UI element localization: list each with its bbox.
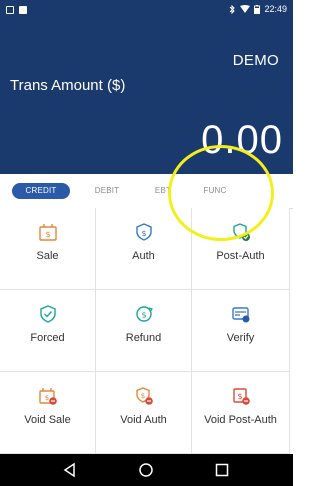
demo-label: DEMO <box>232 52 279 69</box>
refund-label: Refund <box>125 332 162 344</box>
system-status: 22:49 <box>229 4 287 14</box>
verify-icon <box>230 304 252 324</box>
svg-text:$: $ <box>140 392 144 400</box>
back-icon[interactable] <box>62 462 78 478</box>
verify-button[interactable]: Verify <box>192 290 290 372</box>
screenshot-notification-icon <box>6 6 14 14</box>
home-icon[interactable] <box>138 462 154 478</box>
void-sale-icon: $ <box>37 386 59 406</box>
wifi-icon <box>240 5 251 13</box>
void-sale-button[interactable]: $ Void Sale <box>0 372 96 454</box>
recent-apps-icon[interactable] <box>214 462 230 478</box>
sale-button[interactable]: $ Sale <box>0 208 96 290</box>
refund-button[interactable]: $ Refund <box>96 290 192 372</box>
status-time: 22:49 <box>264 4 287 14</box>
refund-icon: $ <box>133 304 155 324</box>
void-auth-button[interactable]: $ Void Auth <box>96 372 192 454</box>
post-auth-label: Post-Auth <box>216 250 265 262</box>
auth-icon: $ <box>133 222 155 242</box>
post-auth-icon <box>230 222 252 242</box>
forced-button[interactable]: Forced <box>0 290 96 372</box>
svg-text:$: $ <box>237 392 242 401</box>
svg-text:$: $ <box>141 311 146 320</box>
transaction-action-grid: $ Sale $ Auth Post-Auth Forced $ Refund … <box>0 208 290 454</box>
trans-amount-value[interactable]: 0.00 <box>201 116 283 164</box>
status-bar: 22:49 <box>0 0 293 22</box>
void-auth-icon: $ <box>133 386 155 406</box>
amount-header: DEMO Trans Amount ($) 0.00 <box>0 22 293 174</box>
auth-label: Auth <box>132 250 155 262</box>
void-post-auth-button[interactable]: $ Void Post-Auth <box>192 372 290 454</box>
verify-label: Verify <box>226 332 255 344</box>
battery-icon <box>254 4 261 14</box>
forced-icon <box>37 304 59 324</box>
tab-ebt[interactable]: EBT <box>150 183 176 199</box>
tab-debit[interactable]: DEBIT <box>90 183 124 199</box>
void-post-auth-label: Void Post-Auth <box>204 414 277 426</box>
sale-icon: $ <box>37 222 59 242</box>
svg-text:$: $ <box>44 394 48 402</box>
system-nav-bar <box>0 454 293 486</box>
notification-icons <box>6 6 27 14</box>
forced-label: Forced <box>30 332 65 344</box>
svg-text:$: $ <box>45 230 50 239</box>
bluetooth-icon <box>230 4 236 14</box>
svg-text:$: $ <box>141 229 146 238</box>
sale-label: Sale <box>36 250 59 262</box>
void-sale-label: Void Sale <box>24 414 71 426</box>
void-post-auth-icon: $ <box>230 386 252 406</box>
tab-func[interactable]: FUNC <box>198 183 232 199</box>
auth-button[interactable]: $ Auth <box>96 208 192 290</box>
app-notification-icon <box>19 6 27 14</box>
tab-credit[interactable]: CREDIT <box>12 183 70 199</box>
post-auth-button[interactable]: Post-Auth <box>192 208 290 290</box>
trans-amount-label: Trans Amount ($) <box>10 77 126 94</box>
transaction-type-tabs: CREDIT DEBIT EBT FUNC <box>0 174 293 209</box>
void-auth-label: Void Auth <box>120 414 167 426</box>
